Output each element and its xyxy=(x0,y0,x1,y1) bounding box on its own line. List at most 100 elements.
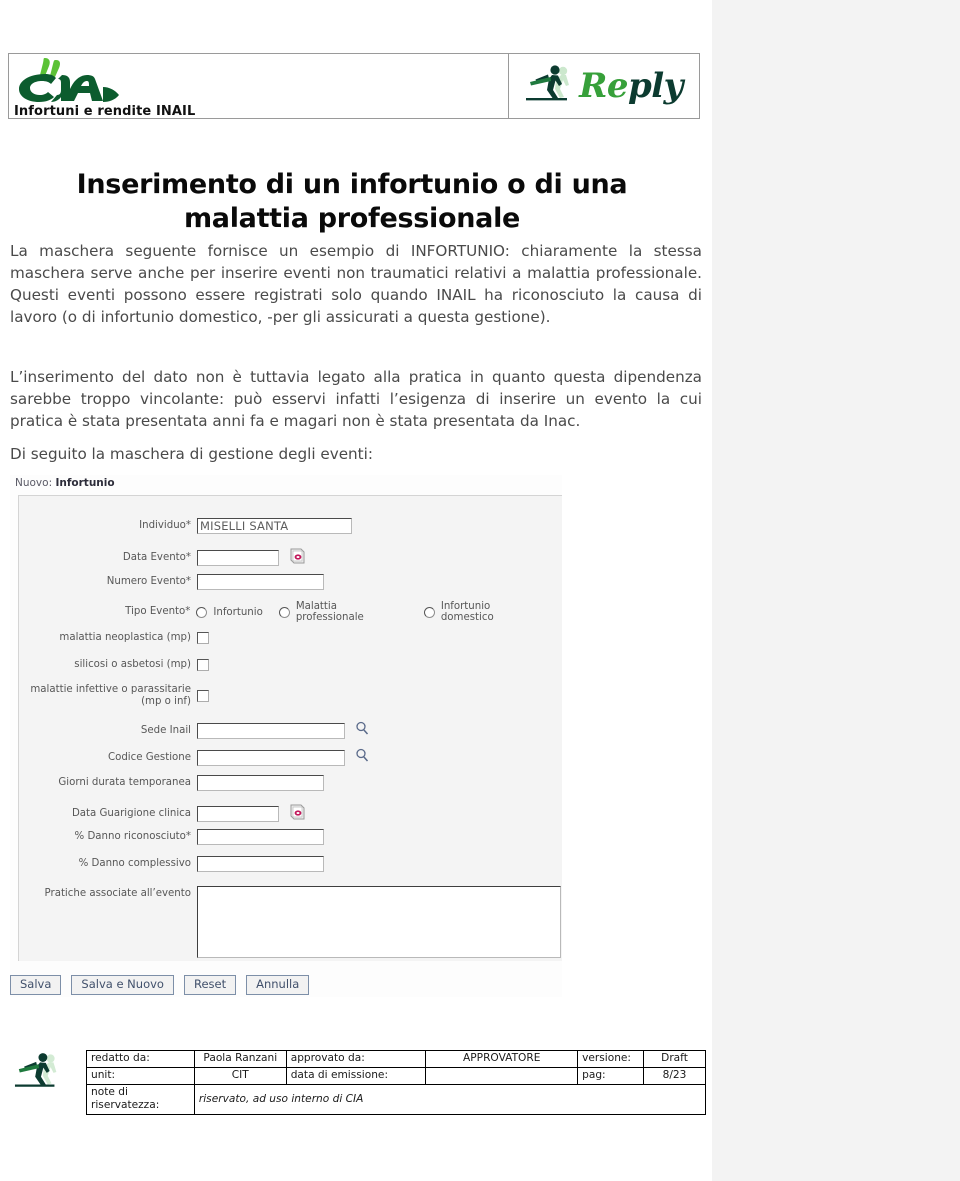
input-data-evento[interactable] xyxy=(197,550,279,566)
required-marker: * xyxy=(185,831,191,843)
label-danno-riconosciuto: % Danno riconosciuto* xyxy=(74,831,191,843)
label-pratiche-associate: Pratiche associate all’evento xyxy=(44,888,191,899)
paragraph-lead-in: Di seguito la maschera di gestione degli… xyxy=(10,445,373,463)
field-row-sede-inail: Sede Inail xyxy=(19,721,562,740)
label-data-guarigione: Data Guarigione clinica xyxy=(71,808,191,820)
required-marker: * xyxy=(185,520,191,532)
footer-label-unit: unit: xyxy=(86,1067,195,1085)
field-row-numero-evento: Numero Evento* xyxy=(19,574,562,590)
footer-value-approvato-da: APPROVATORE xyxy=(425,1050,579,1068)
textarea-pratiche-associate[interactable] xyxy=(197,886,561,958)
label-numero-evento: Numero Evento* xyxy=(106,576,191,588)
field-row-individuo: Individuo* MISELLI SANTA xyxy=(19,518,562,534)
table-row: unit: CIT data di emissione: pag: 8/23 xyxy=(86,1067,706,1085)
footer-label-redatto-da: redatto da: xyxy=(86,1050,195,1068)
document-page: Infortuni e rendite INAIL Reply Inserime… xyxy=(0,0,712,1181)
label-giorni-durata: Giorni durata temporanea xyxy=(58,777,191,789)
field-row-codice-gestione: Codice Gestione xyxy=(19,748,562,767)
required-marker: * xyxy=(185,552,191,564)
field-row-tipo-evento: Tipo Evento* Infortunio Malattia profess… xyxy=(19,601,562,623)
label-codice-gestione: Codice Gestione xyxy=(107,751,191,763)
cia-logo xyxy=(15,56,133,108)
calendar-icon[interactable] xyxy=(287,546,307,570)
footer-label-versione: versione: xyxy=(577,1050,645,1068)
header-subtitle: Infortuni e rendite INAIL xyxy=(14,104,196,119)
checkbox-silicosi[interactable] xyxy=(197,659,209,671)
radio-malattia-professionale[interactable] xyxy=(278,606,290,618)
reply-runner-icon xyxy=(525,63,579,109)
footer-label-pag: pag: xyxy=(577,1067,645,1085)
radio-infortunio[interactable] xyxy=(196,606,208,618)
table-row: redatto da: Paola Ranzani approvato da: … xyxy=(86,1050,706,1068)
footer-value-redatto-da: Paola Ranzani xyxy=(193,1050,287,1068)
footer-label-approvato-da: approvato da: xyxy=(285,1050,427,1068)
field-row-data-evento: Data Evento* xyxy=(19,546,562,570)
field-row-data-guarigione: Data Guarigione clinica xyxy=(19,802,562,826)
label-individuo: Individuo* xyxy=(139,520,191,532)
field-row-pratiche-associate: Pratiche associate all’evento xyxy=(19,886,562,958)
input-codice-gestione[interactable] xyxy=(197,749,345,766)
salva-button[interactable]: Salva xyxy=(10,975,62,995)
input-giorni-durata[interactable] xyxy=(197,775,324,791)
radio-label-malattia-professionale: Malattia professionale xyxy=(295,601,364,623)
form-screenshot: Nuovo: Infortunio Individuo* MISELLI SAN… xyxy=(10,475,562,997)
field-row-giorni-durata: Giorni durata temporanea xyxy=(19,775,562,791)
checkbox-malattia-neoplastica[interactable] xyxy=(197,632,209,644)
footer-value-versione: Draft xyxy=(643,1050,706,1068)
form-screen-title-prefix: Nuovo: xyxy=(15,477,53,489)
reply-word-green: Re xyxy=(579,66,628,106)
header-left-cell: Infortuni e rendite INAIL xyxy=(9,54,509,119)
field-row-danno-riconosciuto: % Danno riconosciuto* xyxy=(19,829,562,845)
salva-e-nuovo-button[interactable]: Salva e Nuovo xyxy=(71,975,174,995)
table-row: note di riservatezza: riservato, ad uso … xyxy=(86,1084,707,1115)
field-row-malattia-neoplastica: malattia neoplastica (mp) xyxy=(19,632,562,644)
form-screen-title: Nuovo: Infortunio xyxy=(15,477,115,489)
annulla-button[interactable]: Annulla xyxy=(246,975,310,995)
page-title: Inserimento di un infortunio o di una ma… xyxy=(76,169,628,234)
input-danno-riconosciuto[interactable] xyxy=(197,829,324,845)
radio-label-infortunio: Infortunio xyxy=(213,606,263,618)
form-button-bar: Salva Salva e Nuovo Reset Annulla xyxy=(10,975,310,995)
label-silicosi: silicosi o asbetosi (mp) xyxy=(74,659,191,671)
magnifier-icon[interactable] xyxy=(355,748,370,767)
required-marker: * xyxy=(185,606,191,618)
header-right-cell: Reply xyxy=(509,54,699,118)
label-sede-inail: Sede Inail xyxy=(140,724,191,736)
footer-value-note-riservatezza: riservato, ad uso interno di CIA xyxy=(193,1084,707,1115)
footer-value-unit: CIT xyxy=(193,1067,287,1085)
radio-label-infortunio-domestico: Infortunio domestico xyxy=(440,601,494,623)
footer-value-pag: 8/23 xyxy=(643,1067,706,1085)
field-row-silicosi: silicosi o asbetosi (mp) xyxy=(19,659,562,671)
paragraph-intro: La maschera seguente fornisce un esempio… xyxy=(10,242,702,327)
input-numero-evento[interactable] xyxy=(197,574,324,590)
input-data-guarigione[interactable] xyxy=(197,806,279,822)
label-malattia-neoplastica: malattia neoplastica (mp) xyxy=(59,632,191,644)
input-danno-complessivo[interactable] xyxy=(197,856,324,872)
magnifier-icon[interactable] xyxy=(355,721,370,740)
field-row-danno-complessivo: % Danno complessivo xyxy=(19,856,562,872)
reset-button[interactable]: Reset xyxy=(183,975,237,995)
footer-metadata-table: redatto da: Paola Ranzani approvato da: … xyxy=(86,1050,707,1115)
label-danno-complessivo: % Danno complessivo xyxy=(78,858,191,870)
input-individuo[interactable]: MISELLI SANTA xyxy=(197,518,352,534)
footer-value-data-emissione xyxy=(425,1067,579,1085)
form-panel: Individuo* MISELLI SANTA Data Evento* Nu… xyxy=(18,495,562,961)
calendar-icon[interactable] xyxy=(287,802,307,826)
footer-label-data-emissione: data di emissione: xyxy=(285,1067,427,1085)
required-marker: * xyxy=(185,576,191,588)
footer-label-note-riservatezza: note di riservatezza: xyxy=(86,1084,195,1115)
reply-wordmark: Reply xyxy=(579,69,683,103)
label-tipo-evento: Tipo Evento* xyxy=(125,606,191,618)
document-header: Infortuni e rendite INAIL Reply xyxy=(8,53,700,119)
label-malattie-infettive-text: malattie infettive o parassitarie (mp o … xyxy=(30,684,191,707)
label-data-evento: Data Evento* xyxy=(122,552,191,564)
footer-reply-runner-icon xyxy=(14,1050,66,1096)
form-screen-title-value: Infortunio xyxy=(55,477,115,489)
paragraph-detail: L’inserimento del dato non è tuttavia le… xyxy=(10,368,702,431)
reply-word-dark: ply xyxy=(627,66,683,106)
field-row-malattie-infettive: malattie infettive o parassitarie (mp o … xyxy=(19,684,562,707)
checkbox-malattie-infettive[interactable] xyxy=(197,689,209,702)
label-malattie-infettive: malattie infettive o parassitarie (mp o … xyxy=(19,684,197,707)
input-sede-inail[interactable] xyxy=(197,722,345,739)
radio-infortunio-domestico[interactable] xyxy=(423,606,435,618)
